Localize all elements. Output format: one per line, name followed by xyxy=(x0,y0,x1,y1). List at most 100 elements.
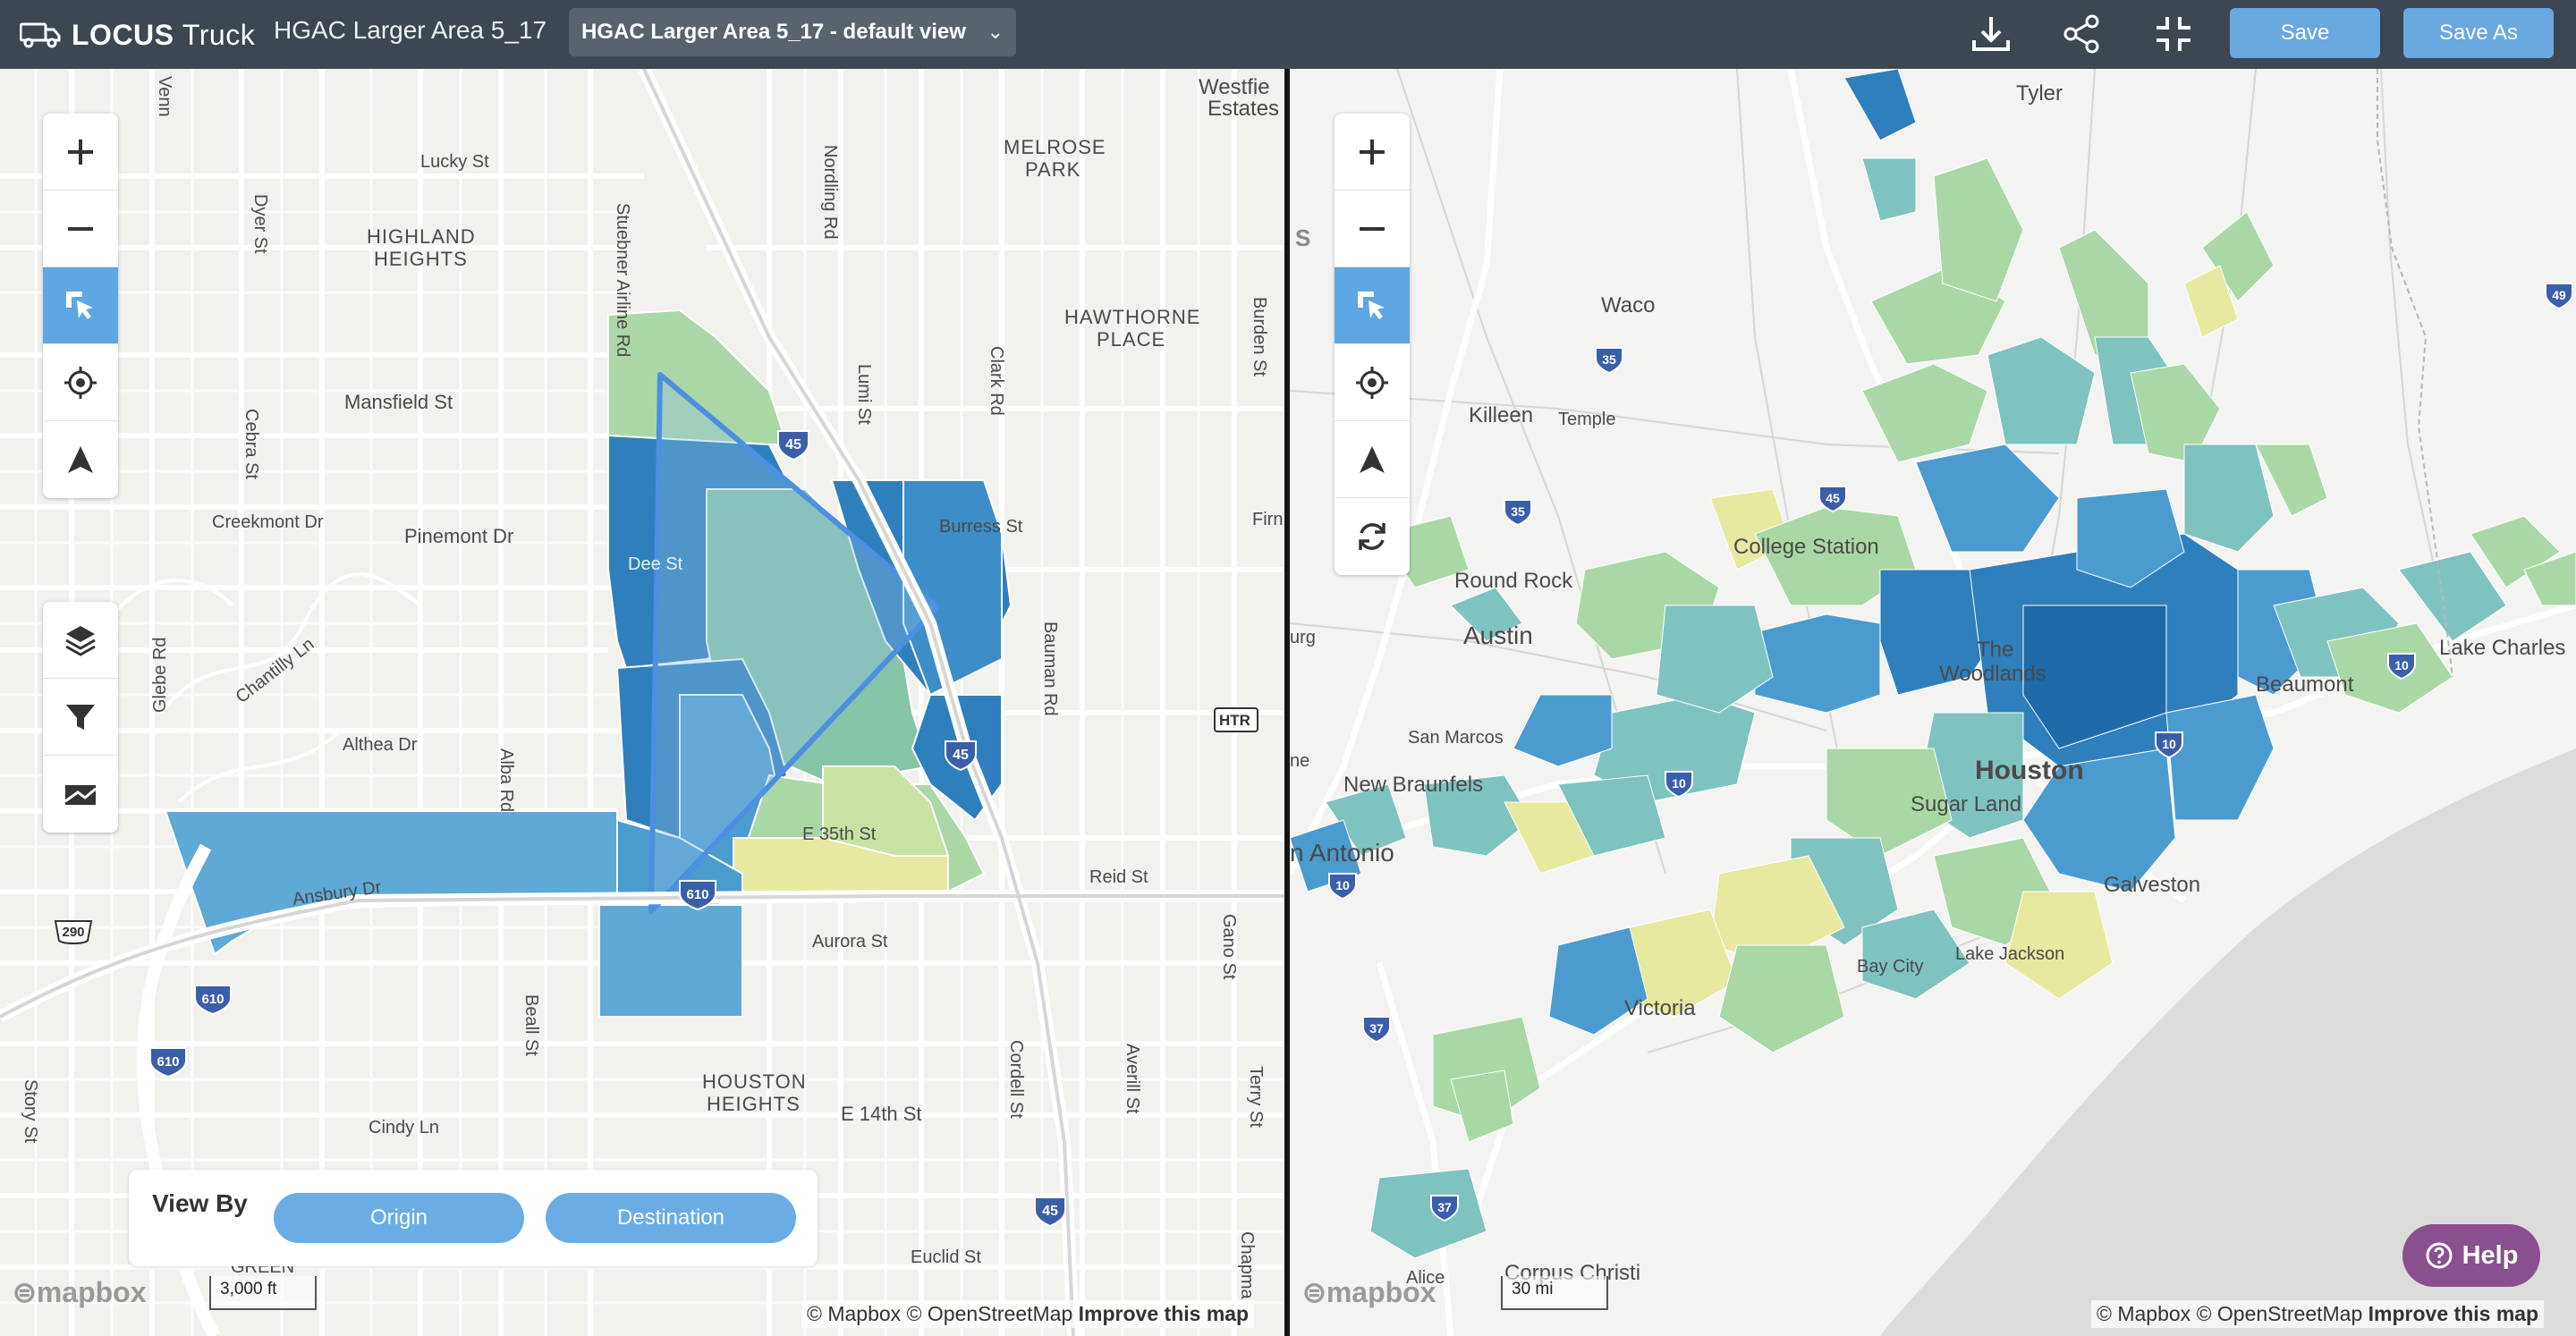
download-icon[interactable] xyxy=(1964,7,2018,61)
label-the: The xyxy=(1977,638,2013,662)
svg-text:35: 35 xyxy=(1602,352,1616,367)
label-bay-city: Bay City xyxy=(1857,957,1923,977)
refresh-button[interactable] xyxy=(1335,498,1410,575)
label-cindy: Cindy Ln xyxy=(369,1118,439,1137)
locate-button[interactable] xyxy=(1335,344,1410,421)
i37-shield: 37 xyxy=(1362,1016,1391,1044)
layers-button[interactable] xyxy=(43,602,118,679)
label-houston-heights-2: HEIGHTS xyxy=(707,1093,801,1115)
label-temple: Temple xyxy=(1558,410,1615,429)
view-select-value: HGAC Larger Area 5_17 - default view xyxy=(581,20,966,44)
map-attribution: © Mapbox © OpenStreetMap Improve this ma… xyxy=(801,1300,1255,1328)
label-lake-charles: Lake Charles xyxy=(2439,636,2565,660)
share-icon[interactable] xyxy=(2055,7,2109,61)
minus-icon xyxy=(68,226,93,231)
improve-map-link[interactable]: Improve this map xyxy=(1079,1302,1249,1325)
svg-text:45: 45 xyxy=(1826,491,1840,505)
layers-icon xyxy=(65,625,96,656)
osm-attribution[interactable]: © OpenStreetMap xyxy=(2197,1302,2363,1325)
brand[interactable]: LOCUS Truck xyxy=(20,13,255,57)
label-s: S xyxy=(1295,224,1310,251)
svg-text:37: 37 xyxy=(1369,1021,1384,1036)
svg-text:49: 49 xyxy=(2552,288,2566,302)
save-button[interactable]: Save xyxy=(2230,8,2380,58)
i35-shield: 35 xyxy=(1595,347,1623,375)
origin-map[interactable]: Lucky St HIGHLAND HEIGHTS Mansfield St C… xyxy=(0,69,1284,1336)
zoom-in-button[interactable] xyxy=(43,114,118,190)
select-tool-button[interactable] xyxy=(1335,267,1410,344)
label-reid: Reid St xyxy=(1089,867,1148,887)
filter-button[interactable] xyxy=(43,679,118,756)
svg-text:HTR: HTR xyxy=(1219,712,1250,729)
origin-button[interactable]: Origin xyxy=(274,1193,524,1243)
i45-shield: 45 xyxy=(1034,1196,1066,1228)
destination-button[interactable]: Destination xyxy=(546,1193,796,1243)
label-burress: Burress St xyxy=(939,517,1023,537)
question-circle-icon xyxy=(2426,1242,2453,1269)
save-as-button[interactable]: Save As xyxy=(2403,8,2554,58)
label-mansfield: Mansfield St xyxy=(344,391,453,413)
minus-icon xyxy=(1360,226,1385,231)
top-bar: LOCUS Truck HGAC Larger Area 5_17 HGAC L… xyxy=(0,0,2576,69)
label-stuebner: Stuebner Airline Rd xyxy=(613,203,632,357)
mapbox-logo[interactable]: ⊜mapbox xyxy=(13,1275,147,1309)
plus-icon xyxy=(1360,139,1385,165)
svg-text:45: 45 xyxy=(953,748,969,763)
label-aurora: Aurora St xyxy=(812,932,888,951)
filter-icon xyxy=(66,704,95,730)
origin-map-canvas[interactable]: Lucky St HIGHLAND HEIGHTS Mansfield St C… xyxy=(0,69,1284,1336)
label-beaumont: Beaumont xyxy=(2256,672,2354,697)
collapse-icon[interactable] xyxy=(2147,7,2200,61)
mapbox-attribution[interactable]: © Mapbox xyxy=(807,1302,901,1325)
help-label: Help xyxy=(2462,1240,2519,1270)
mapbox-logo[interactable]: ⊜mapbox xyxy=(1302,1275,1436,1309)
label-houston-heights-1: HOUSTON xyxy=(702,1070,807,1093)
svg-text:45: 45 xyxy=(1042,1204,1058,1219)
mapbox-attribution[interactable]: © Mapbox xyxy=(2097,1302,2190,1325)
label-woodlands: Woodlands xyxy=(1939,662,2046,686)
left-map-controls xyxy=(43,114,118,498)
label-san-antonio: n Antonio xyxy=(1290,839,1394,867)
map-style-icon xyxy=(64,785,97,805)
label-victoria: Victoria xyxy=(1624,996,1696,1020)
map-style-button[interactable] xyxy=(43,756,118,833)
zoom-out-button[interactable] xyxy=(1335,190,1410,267)
label-story: Story St xyxy=(21,1079,40,1144)
label-dee: Dee St xyxy=(628,554,683,574)
svg-text:10: 10 xyxy=(1672,776,1686,791)
label-bauman: Bauman Rd xyxy=(1040,621,1060,716)
label-park: PARK xyxy=(1025,158,1080,181)
label-venn: Venn xyxy=(155,76,174,117)
improve-map-link[interactable]: Improve this map xyxy=(2368,1302,2538,1325)
i49-shield: 49 xyxy=(2545,283,2573,310)
destination-map[interactable]: Tyler Waco Killeen Temple College Statio… xyxy=(1290,69,2576,1336)
view-by-label: View By xyxy=(152,1189,248,1217)
zoom-in-button[interactable] xyxy=(1335,114,1410,190)
label-averill: Averill St xyxy=(1123,1044,1142,1114)
zoom-out-button[interactable] xyxy=(43,190,118,267)
north-button[interactable] xyxy=(43,421,118,498)
scale-bar: 30 mi xyxy=(1501,1276,1608,1310)
view-select[interactable]: HGAC Larger Area 5_17 - default view ⌄ xyxy=(569,8,1016,56)
view-by-panel: View By Origin Destination xyxy=(129,1170,818,1266)
project-title: HGAC Larger Area 5_17 xyxy=(274,16,547,44)
label-terry: Terry St xyxy=(1246,1066,1266,1128)
label-austin: Austin xyxy=(1463,621,1533,649)
label-gano: Gano St xyxy=(1219,914,1239,980)
right-map-controls xyxy=(1335,114,1410,575)
select-tool-button[interactable] xyxy=(43,267,118,344)
label-highland: HIGHLAND xyxy=(367,225,476,248)
help-button[interactable]: Help xyxy=(2402,1224,2540,1287)
svg-text:35: 35 xyxy=(1511,504,1525,519)
left-map-tools xyxy=(43,602,118,833)
north-button[interactable] xyxy=(1335,421,1410,498)
osm-attribution[interactable]: © OpenStreetMap xyxy=(907,1302,1073,1325)
map-attribution: © Mapbox © OpenStreetMap Improve this ma… xyxy=(2091,1300,2545,1328)
scale-bar: 3,000 ft xyxy=(209,1276,317,1310)
label-sugar-land: Sugar Land xyxy=(1911,792,2021,816)
label-melrose: MELROSE xyxy=(1004,136,1106,158)
locate-button[interactable] xyxy=(43,344,118,421)
destination-map-canvas[interactable]: Tyler Waco Killeen Temple College Statio… xyxy=(1290,69,2576,1336)
label-killeen: Killeen xyxy=(1469,403,1533,427)
label-heights: HEIGHTS xyxy=(374,248,468,270)
